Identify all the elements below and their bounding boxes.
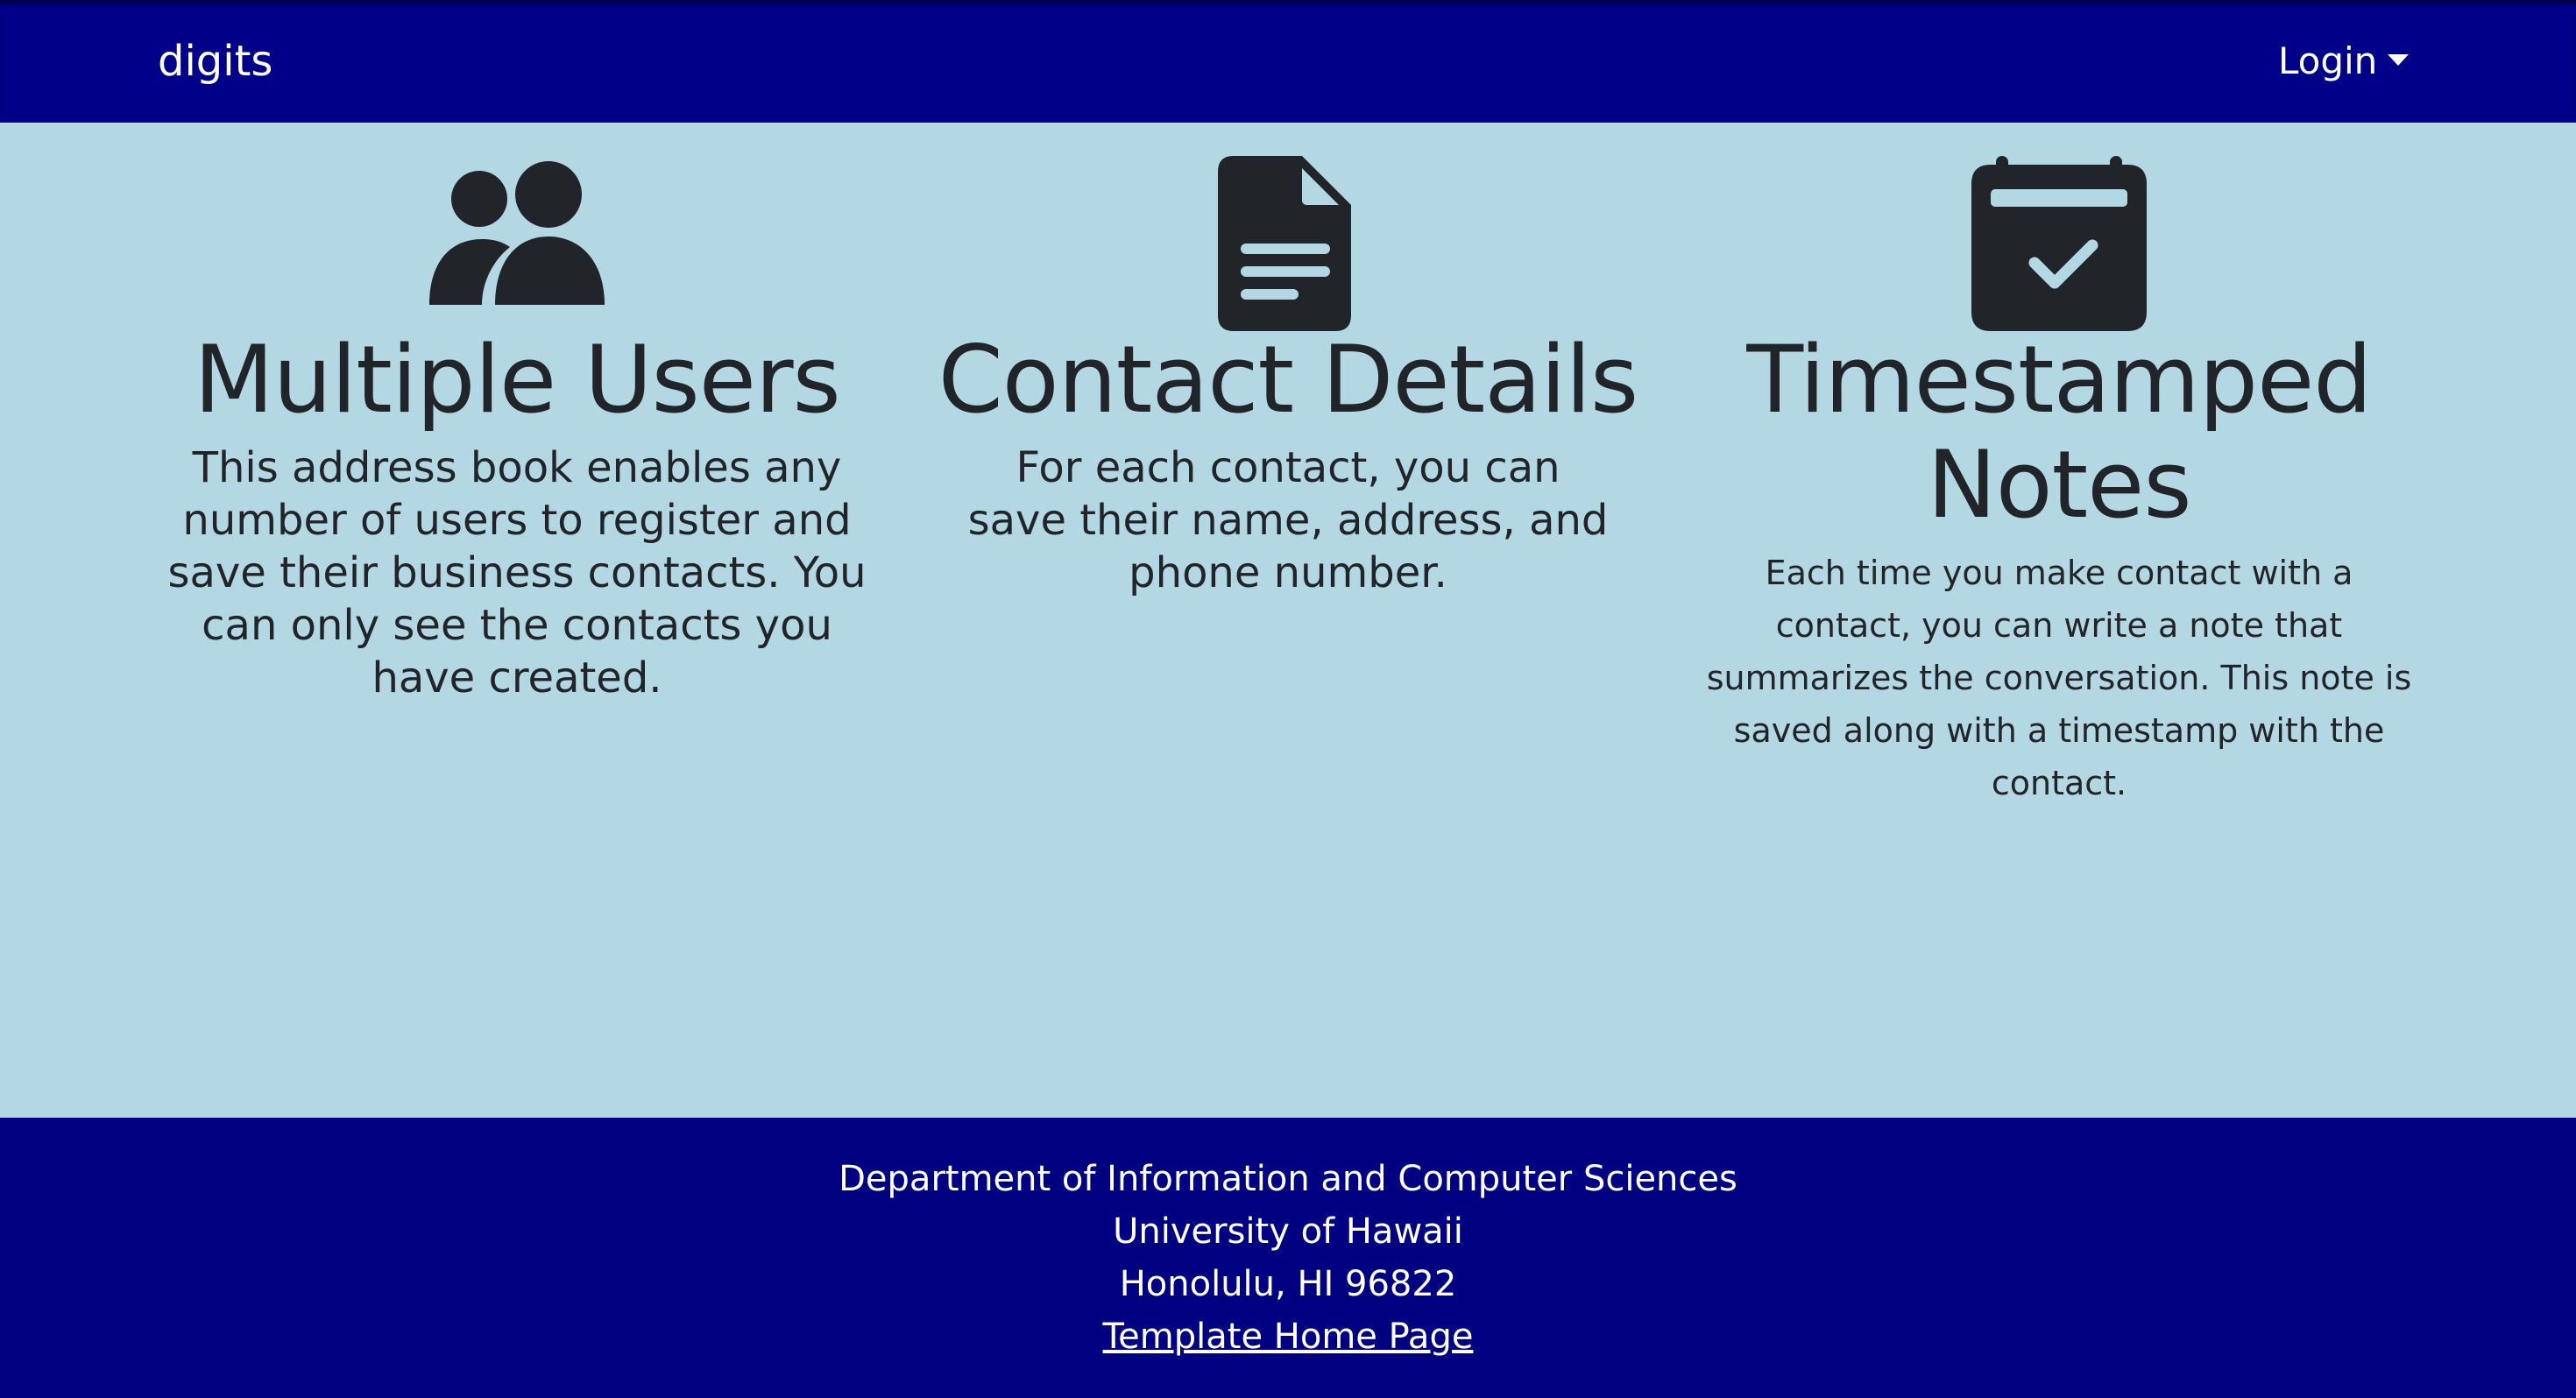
file-text-fill-icon	[929, 156, 1647, 331]
login-dropdown[interactable]: Login	[2278, 35, 2410, 88]
calendar-check-fill-icon	[1700, 156, 2418, 331]
top-navbar: digits Login	[0, 0, 2576, 123]
brand-link[interactable]: digits	[158, 35, 272, 88]
feature-contact-details: Contact Details For each contact, you ca…	[929, 156, 1647, 599]
footer-address: Honolulu, HI 96822	[1119, 1264, 1457, 1304]
footer-university: University of Hawaii	[1113, 1211, 1463, 1252]
feature-description: This address book enables any number of …	[167, 443, 867, 703]
feature-timestamped-notes: Timestamped Notes Each time you make con…	[1700, 156, 2418, 809]
caret-down-icon	[2388, 54, 2410, 66]
feature-title: Timestamped Notes	[1746, 326, 2372, 539]
feature-description: Each time you make contact with a contac…	[1706, 554, 2412, 802]
footer-department: Department of Information and Computer S…	[839, 1159, 1737, 1199]
template-home-link[interactable]: Template Home Page	[1103, 1317, 1474, 1357]
feature-multiple-users: Multiple Users This address book enables…	[158, 156, 876, 704]
feature-title: Contact Details	[938, 326, 1639, 434]
page-footer: Department of Information and Computer S…	[0, 1118, 2576, 1398]
feature-title: Multiple Users	[194, 326, 841, 434]
landing-page: digits Login Multiple Users This address…	[0, 0, 2576, 1398]
people-fill-icon	[158, 156, 876, 314]
login-label: Login	[2278, 39, 2378, 82]
feature-description: For each contact, you can save their nam…	[967, 443, 1609, 597]
